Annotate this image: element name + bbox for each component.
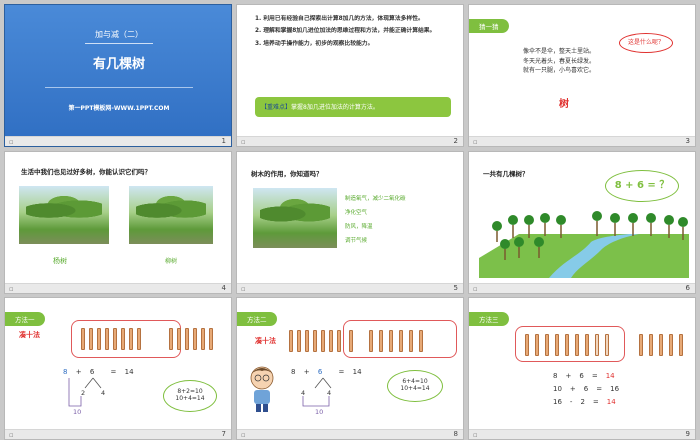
- thought-cloud: 6+4=10 10+4=14: [387, 370, 443, 402]
- riddle-text: 像伞不是伞，整天土里站。 冬天光着头，春夏长绿发。 就有一只腿，小鸟喜欢它。: [523, 47, 633, 76]
- slide-indicator-icon: ▫: [473, 138, 478, 146]
- tree-scene: [479, 211, 689, 278]
- willow-photo: [129, 186, 213, 244]
- slide-number: 4: [221, 284, 226, 292]
- poplar-photo: [19, 186, 109, 244]
- riddle-answer: 树: [559, 99, 569, 110]
- slide-thumbnail-2[interactable]: 1. 利用已有经验自己探索出计算8加几的方法，体现算法多样性。 2. 理解和掌握…: [236, 4, 464, 147]
- eq-term: 6: [317, 368, 323, 376]
- slide-thumbnail-5[interactable]: 树木的作用，你知道吗？ 制造氧气，减少二氧化碳 净化空气 防风，降温 调节气候 …: [236, 151, 464, 294]
- riddle-line: 像伞不是伞，整天土里站。: [523, 48, 596, 55]
- thought-cloud: 8+2=10 10+4=14: [163, 380, 217, 412]
- tree-use-item: 防风，降温: [345, 224, 373, 230]
- eq-term: 8: [291, 368, 296, 376]
- equation-list: 8 +6 = 14 10 +6 = 16 16-2 = 14: [553, 370, 619, 409]
- slide-number: 1: [221, 137, 226, 145]
- eq-op: +: [75, 368, 82, 376]
- eq-term: 6: [89, 368, 95, 376]
- slide-number: 6: [685, 284, 690, 292]
- riddle-line: 就有一只腿，小鸟喜欢它。: [523, 67, 596, 75]
- slide-sorter-grid: 加与减（二） 有几棵树 第一PPT模板网-WWW.1PPT.COM ▫ 1 1. …: [0, 0, 700, 440]
- slide-number: 3: [685, 137, 690, 145]
- tree-use-item: 净化空气: [345, 210, 368, 216]
- tree-uses-list: 制造氧气，减少二氧化碳 净化空气 防风，降温 调节气候: [345, 194, 455, 244]
- method-name: 凑十法: [255, 337, 276, 345]
- credit-text: 第一PPT模板网-WWW.1PPT.COM: [68, 105, 170, 112]
- method-tab: 方法三: [469, 312, 509, 326]
- goal-item-3: 3. 培养动手操作能力，初步的观察比较能力。: [255, 40, 374, 47]
- riddle-line: 冬天光着头，春夏长绿发。: [523, 57, 596, 65]
- slide-thumbnail-9[interactable]: 方法三 8 +6 = 14 10 +6 = 16 16-2 = 14 ▫ 9: [468, 297, 696, 440]
- equation: 8 + 6 = 14: [63, 368, 134, 376]
- cloud-line: 10+4=14: [175, 395, 205, 402]
- equation-row: 16-2 = 14: [553, 397, 616, 406]
- slide-indicator-icon: ▫: [9, 285, 14, 293]
- slide-thumbnail-7[interactable]: 方法一 凑十法 8 + 6 = 14 2 4 10 8+2=10 10+4=14…: [4, 297, 232, 440]
- slide-number: 5: [453, 284, 458, 292]
- cloud-equation: 8 + 6 = ？: [614, 180, 670, 191]
- eq-op: =: [110, 368, 117, 376]
- key-point-banner: 【重难点】掌握8加几进位加法的计算方法。: [255, 97, 451, 117]
- equation: 8 + 6 = 14: [291, 368, 362, 376]
- group-outline: [71, 320, 181, 358]
- slide-question: 生活中我们也见过好多树，你能认识它们吗？: [21, 168, 151, 176]
- photo-caption: 杨树: [53, 257, 67, 265]
- goal-item-2: 2. 理解和掌握8加几进位加法的思维过程和方法，并能正确计算结果。: [255, 28, 436, 35]
- slide-indicator-icon: ▫: [9, 138, 14, 146]
- split-part: 2: [81, 389, 86, 397]
- slide-thumbnail-8[interactable]: 方法二 凑十法 8 + 6 = 14 4 4 10 6+4=10 10+4=14…: [236, 297, 464, 440]
- method-name: 凑十法: [19, 331, 40, 339]
- method-tab: 方法一: [5, 312, 45, 326]
- cloud-line: 8+2=10: [177, 388, 203, 395]
- slide-background: [5, 5, 231, 146]
- slide-indicator-icon: ▫: [473, 285, 478, 293]
- divider: [85, 43, 153, 44]
- slide-thumbnail-1[interactable]: 加与减（二） 有几棵树 第一PPT模板网-WWW.1PPT.COM ▫ 1: [4, 4, 232, 147]
- slide-number: 9: [685, 430, 690, 438]
- question-bubble: 这是什么呢？: [619, 33, 673, 53]
- slide-number: 2: [453, 137, 458, 145]
- cloud-line: 10+4=14: [400, 385, 430, 392]
- key-point-label: 【重难点】: [261, 104, 292, 111]
- slide-number: 7: [221, 430, 226, 438]
- goal-list: 1. 利用已有经验自己探索出计算8加几的方法，体现算法多样性。 2. 理解和掌握…: [255, 15, 451, 49]
- split-part: 4: [101, 389, 106, 397]
- slide-thumbnail-4[interactable]: 生活中我们也见过好多树，你能认识它们吗？ 杨树 柳树 ▫ 4: [4, 151, 232, 294]
- slide-subtitle: 加与减（二）: [95, 30, 143, 39]
- tree-use-item: 调节气候: [345, 238, 368, 244]
- make-ten: 10: [73, 408, 82, 416]
- slide-thumbnail-3[interactable]: 猜一猜 像伞不是伞，整天土里站。 冬天光着头，春夏长绿发。 就有一只腿，小鸟喜欢…: [468, 4, 696, 147]
- eq-op: +: [303, 368, 310, 376]
- equation-row: 10 +6 = 16: [553, 384, 620, 393]
- slide-question: 树木的作用，你知道吗？: [251, 170, 323, 178]
- slide-title: 有几棵树: [92, 57, 145, 72]
- eq-term: 8: [63, 368, 68, 376]
- eq-op: =: [338, 368, 345, 376]
- section-tab: 猜一猜: [469, 19, 509, 33]
- eq-result: 14: [124, 368, 134, 376]
- author-line: [45, 85, 193, 90]
- slide-indicator-icon: ▫: [241, 285, 246, 293]
- photo-caption: 柳树: [165, 258, 178, 265]
- slide-indicator-icon: ▫: [241, 138, 246, 146]
- tree-photo: [253, 188, 337, 248]
- goal-item-1: 1. 利用已有经验自己探索出计算8加几的方法，体现算法多样性。: [255, 16, 424, 22]
- split-part: 4: [327, 389, 332, 397]
- slide-number: 8: [453, 430, 458, 438]
- method-tab: 方法二: [237, 312, 277, 326]
- key-point-text: 掌握8加几进位加法的计算方法。: [291, 104, 379, 111]
- cloud-line: 6+4=10: [402, 378, 428, 385]
- child-avatar: [250, 366, 274, 412]
- split-part: 4: [301, 389, 306, 397]
- equation-row: 8 +6 = 14: [553, 372, 615, 380]
- slide-thumbnail-6[interactable]: 一共有几棵树？ 8 + 6 = ？ ▫ 6: [468, 151, 696, 294]
- make-ten: 10: [315, 408, 324, 416]
- tree-use-item: 制造氧气，减少二氧化碳: [345, 196, 406, 202]
- eq-result: 14: [352, 368, 362, 376]
- slide-question: 一共有几棵树？: [483, 170, 529, 178]
